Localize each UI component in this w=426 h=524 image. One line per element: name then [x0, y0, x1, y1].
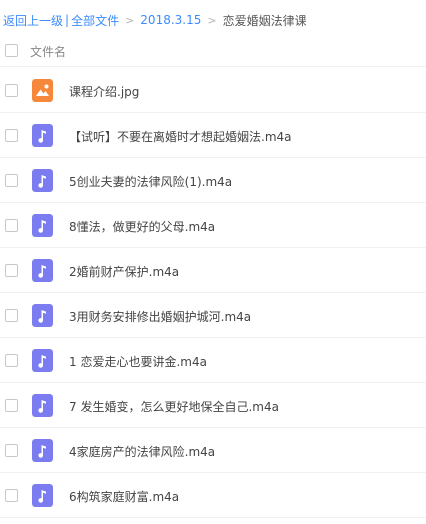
row-checkbox[interactable] [5, 129, 18, 142]
music-note-icon [32, 304, 53, 327]
file-name[interactable]: 3用财务安排修出婚姻护城河.m4a [69, 308, 251, 325]
all-files-link[interactable]: 全部文件 [71, 12, 119, 29]
music-note-icon [32, 259, 53, 282]
list-item[interactable]: 8懂法，做更好的父母.m4a [0, 203, 426, 248]
file-name[interactable]: 2婚前财产保护.m4a [69, 263, 179, 280]
file-name[interactable]: 课程介绍.jpg [69, 83, 139, 100]
file-name[interactable]: 6构筑家庭财富.m4a [69, 488, 179, 505]
select-all-checkbox[interactable] [5, 44, 18, 57]
list-item[interactable]: 6构筑家庭财富.m4a [0, 473, 426, 518]
file-name[interactable]: 8懂法，做更好的父母.m4a [69, 218, 215, 235]
chevron-right-icon: > [125, 13, 135, 27]
list-header: 文件名 [0, 36, 426, 67]
list-item[interactable]: 7 发生婚变，怎么更好地保全自己.m4a [0, 383, 426, 428]
file-name[interactable]: 7 发生婚变，怎么更好地保全自己.m4a [69, 398, 279, 415]
list-item[interactable]: 5创业夫妻的法律风险(1).m4a [0, 158, 426, 203]
chevron-right-icon: > [207, 13, 217, 27]
music-note-icon [32, 484, 53, 507]
list-item[interactable]: 课程介绍.jpg [0, 68, 426, 113]
image-icon [32, 79, 53, 102]
folder-link[interactable]: 2018.3.15 [140, 13, 201, 27]
row-checkbox[interactable] [5, 309, 18, 322]
music-note-icon [32, 169, 53, 192]
row-checkbox[interactable] [5, 264, 18, 277]
row-checkbox[interactable] [5, 444, 18, 457]
current-folder: 恋爱婚姻法律课 [222, 13, 307, 28]
file-name[interactable]: 1 恋爱走心也要讲金.m4a [69, 353, 207, 370]
column-header-filename[interactable]: 文件名 [30, 43, 66, 60]
row-checkbox[interactable] [5, 399, 18, 412]
row-checkbox[interactable] [5, 219, 18, 232]
file-name[interactable]: 4家庭房产的法律风险.m4a [69, 443, 215, 460]
file-name[interactable]: 5创业夫妻的法律风险(1).m4a [69, 173, 232, 190]
breadcrumb: 返回上一级 | 全部文件 > 2018.3.15 > 恋爱婚姻法律课 [3, 11, 307, 29]
file-name[interactable]: 【试听】不要在离婚时才想起婚姻法.m4a [69, 128, 292, 145]
list-item[interactable]: 3用财务安排修出婚姻护城河.m4a [0, 293, 426, 338]
row-checkbox[interactable] [5, 84, 18, 97]
list-item[interactable]: 1 恋爱走心也要讲金.m4a [0, 338, 426, 383]
back-link[interactable]: 返回上一级 [3, 12, 63, 29]
row-checkbox[interactable] [5, 354, 18, 367]
breadcrumb-pipe: | [65, 13, 70, 27]
music-note-icon [32, 124, 53, 147]
music-note-icon [32, 214, 53, 237]
music-note-icon [32, 394, 53, 417]
list-item[interactable]: 【试听】不要在离婚时才想起婚姻法.m4a [0, 113, 426, 158]
list-item[interactable]: 4家庭房产的法律风险.m4a [0, 428, 426, 473]
file-list: 课程介绍.jpg 【试听】不要在离婚时才想起婚姻法.m4a 5创业夫妻的法律风险… [0, 68, 426, 518]
file-browser: 返回上一级 | 全部文件 > 2018.3.15 > 恋爱婚姻法律课 文件名 课… [0, 0, 426, 524]
row-checkbox[interactable] [5, 489, 18, 502]
music-note-icon [32, 349, 53, 372]
music-note-icon [32, 439, 53, 462]
row-checkbox[interactable] [5, 174, 18, 187]
list-item[interactable]: 2婚前财产保护.m4a [0, 248, 426, 293]
